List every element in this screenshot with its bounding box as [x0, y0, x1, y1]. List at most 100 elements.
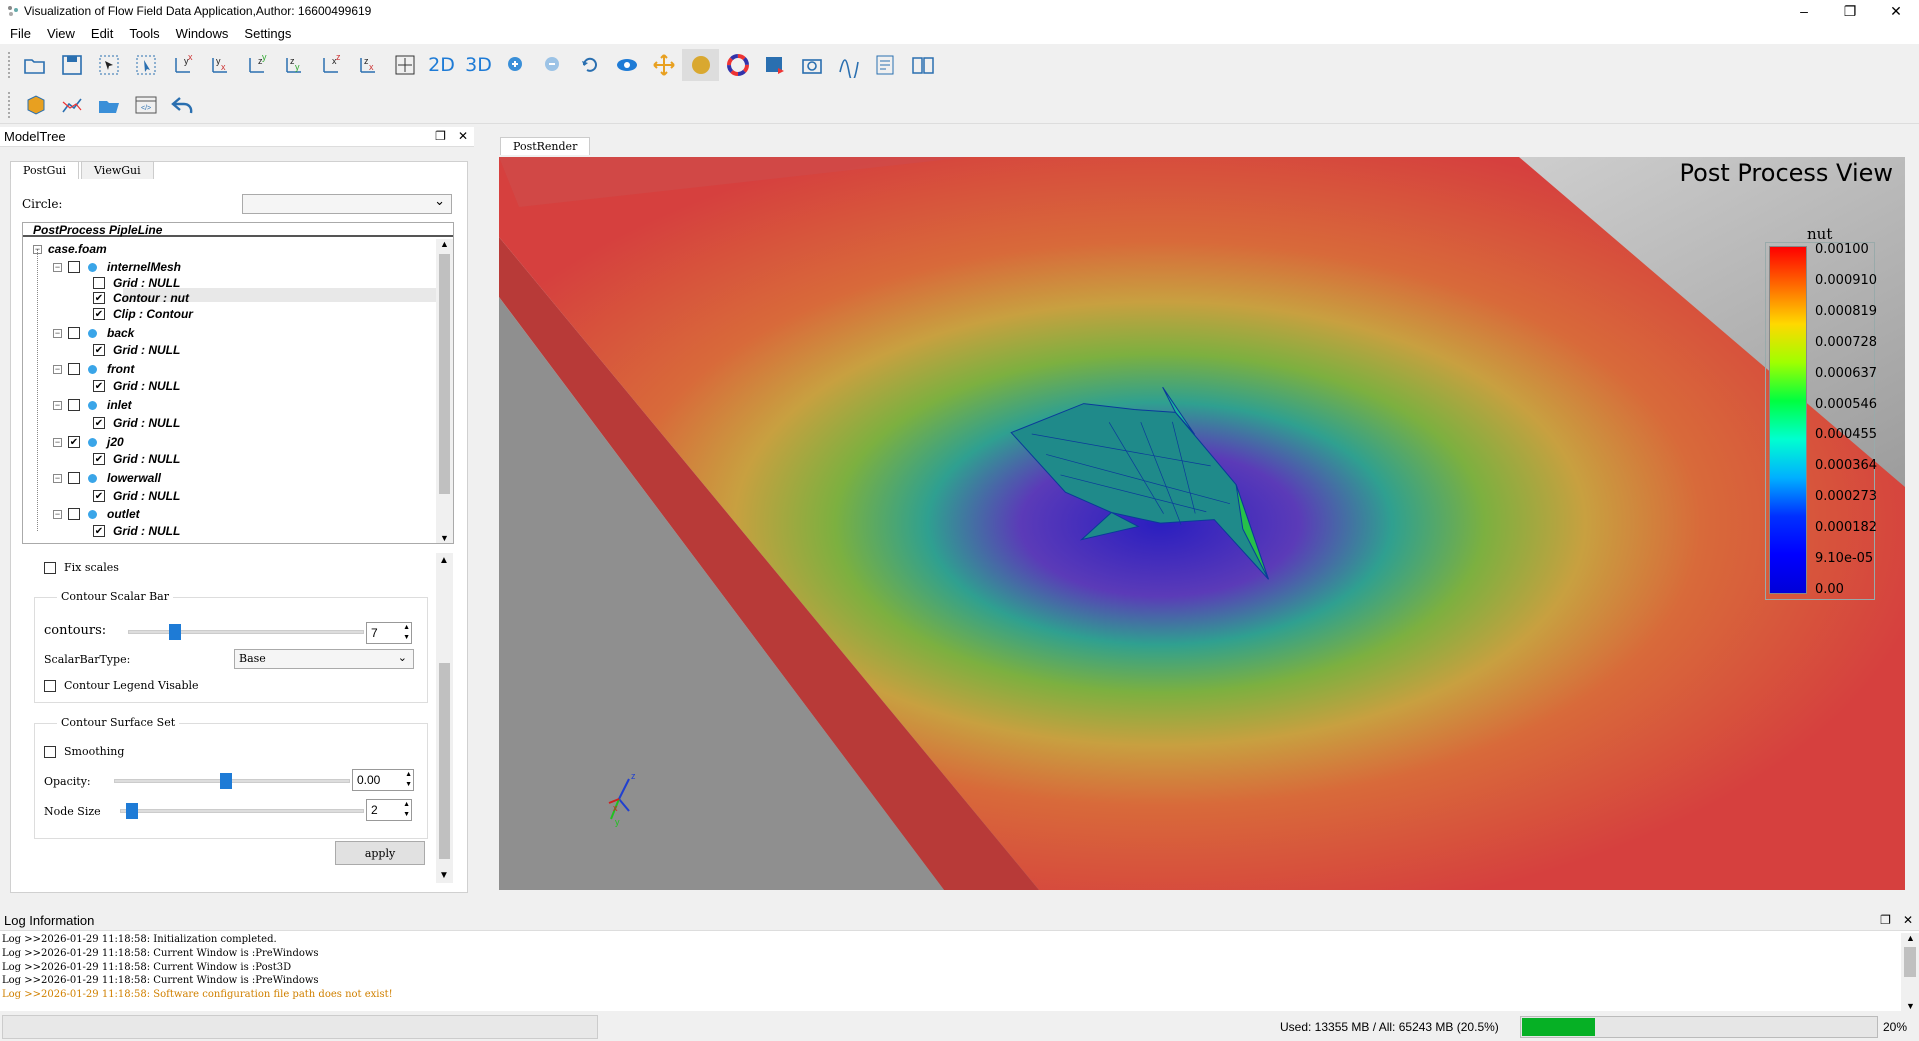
export-image-button[interactable] [756, 49, 793, 81]
tree-checkbox[interactable]: ✔ [93, 417, 105, 429]
collapse-icon[interactable]: − [53, 364, 62, 374]
float-dock-icon[interactable]: ❐ [435, 129, 446, 143]
toolbar-grip[interactable] [8, 91, 12, 118]
close-button[interactable]: ✕ [1873, 0, 1919, 22]
tab-postgui[interactable]: PostGui [10, 161, 80, 179]
scroll-down-icon[interactable]: ▼ [1906, 1001, 1915, 1011]
scroll-down-icon[interactable]: ▼ [439, 870, 449, 881]
tab-viewgui[interactable]: ViewGui [81, 161, 154, 179]
tree-checkbox[interactable]: ✔ [93, 380, 105, 392]
menu-windows[interactable]: Windows [168, 26, 237, 41]
tree-node[interactable]: − back [53, 325, 134, 341]
scroll-up-icon[interactable]: ▲ [440, 239, 449, 249]
view-plus-yz-button[interactable]: zy [238, 49, 275, 81]
screenshot-button[interactable] [793, 49, 830, 81]
fix-scales-checkbox[interactable] [44, 561, 56, 574]
tree-root[interactable]: − case.foam [33, 241, 107, 257]
tree-leaf[interactable]: ✔ Grid : NULL [93, 415, 180, 431]
scalar-bar-type-select[interactable]: Base ⌄ [234, 649, 414, 669]
tree-leaf[interactable]: ✔ Grid : NULL [93, 342, 180, 358]
view-minus-xy-button[interactable]: yx [201, 49, 238, 81]
pan-button[interactable] [645, 49, 682, 81]
tree-checkbox[interactable] [68, 472, 80, 484]
tree-node[interactable]: − front [53, 361, 134, 377]
tree-checkbox[interactable]: ✔ [93, 292, 105, 304]
close-dock-icon[interactable]: ✕ [1903, 913, 1913, 927]
menu-settings[interactable]: Settings [236, 26, 299, 41]
select-box-button[interactable] [90, 49, 127, 81]
tree-leaf[interactable]: ✔ Grid : NULL [93, 523, 180, 539]
tree-checkbox[interactable] [68, 508, 80, 520]
tree-checkbox[interactable]: ✔ [93, 308, 105, 320]
node-size-spinbox[interactable]: 2 [366, 799, 412, 821]
tree-node[interactable]: − inlet [53, 397, 132, 413]
tree-checkbox[interactable]: ✔ [93, 344, 105, 356]
menu-file[interactable]: File [2, 26, 39, 41]
undo-button[interactable] [164, 89, 201, 121]
tab-postrender[interactable]: PostRender [500, 137, 591, 155]
smoothing-checkbox[interactable] [44, 745, 56, 758]
close-dock-icon[interactable]: ✕ [458, 129, 468, 143]
toolbar-grip[interactable] [8, 52, 12, 78]
tree-leaf[interactable]: Grid : NULL [93, 275, 180, 291]
properties-button[interactable] [867, 49, 904, 81]
select-point-button[interactable] [127, 49, 164, 81]
scrollbar-thumb[interactable] [439, 254, 450, 494]
node-size-slider[interactable] [120, 803, 364, 819]
tree-checkbox[interactable]: ✔ [93, 525, 105, 537]
collapse-icon[interactable]: − [53, 509, 62, 519]
open-case-button[interactable] [90, 89, 127, 121]
collapse-icon[interactable]: − [53, 437, 62, 447]
rotate-button[interactable] [571, 49, 608, 81]
tree-checkbox[interactable] [68, 363, 80, 375]
tree-checkbox[interactable]: ✔ [68, 436, 80, 448]
tree-node[interactable]: − lowerwall [53, 470, 161, 486]
legend-visible-checkbox[interactable] [44, 679, 56, 692]
tree-leaf[interactable]: ✔ Grid : NULL [93, 378, 180, 394]
collapse-icon[interactable]: − [53, 262, 62, 272]
settings-scrollbar[interactable]: ▲ ▼ [436, 553, 453, 883]
fit-view-button[interactable] [386, 49, 423, 81]
manual-button[interactable] [904, 49, 941, 81]
open-folder-button[interactable] [16, 49, 53, 81]
contours-spinbox[interactable]: 7 [366, 622, 412, 644]
contours-slider[interactable] [128, 624, 364, 640]
show-hide-button[interactable] [608, 49, 645, 81]
chart-button[interactable] [53, 89, 90, 121]
tree-leaf[interactable]: ✔ Clip : Contour [93, 306, 193, 322]
tree-checkbox[interactable] [68, 399, 80, 411]
tree-checkbox[interactable] [93, 277, 105, 289]
scrollbar-thumb[interactable] [439, 663, 450, 859]
tree-leaf[interactable]: ✔ Grid : NULL [93, 451, 180, 467]
collapse-icon[interactable]: − [33, 244, 42, 254]
plot-curve-button[interactable] [830, 49, 867, 81]
view-plus-xy-button[interactable]: yx [164, 49, 201, 81]
opacity-slider-thumb[interactable] [220, 773, 233, 789]
tree-checkbox[interactable] [68, 327, 80, 339]
tree-checkbox[interactable] [68, 261, 80, 273]
menu-edit[interactable]: Edit [83, 26, 121, 41]
menu-tools[interactable]: Tools [121, 26, 167, 41]
tree-node[interactable]: − ✔ j20 [53, 434, 124, 450]
scroll-down-icon[interactable]: ▼ [440, 533, 449, 543]
view-plus-zx-button[interactable]: xz [312, 49, 349, 81]
opacity-slider[interactable] [114, 773, 350, 789]
float-dock-icon[interactable]: ❐ [1880, 913, 1891, 927]
apply-button[interactable]: apply [335, 841, 425, 865]
view-minus-zx-button[interactable]: zx [349, 49, 386, 81]
tree-checkbox[interactable]: ✔ [93, 453, 105, 465]
tree-checkbox[interactable]: ✔ [93, 490, 105, 502]
tree-leaf[interactable]: ✔ Contour : nut [93, 290, 189, 306]
restore-button[interactable]: ❐ [1827, 0, 1873, 22]
color-map-button[interactable] [719, 49, 756, 81]
opacity-spinbox[interactable]: 0.00 [352, 769, 414, 791]
tree-node[interactable]: − internelMesh [53, 259, 181, 275]
collapse-icon[interactable]: − [53, 400, 62, 410]
tree-leaf[interactable]: ✔ Grid : NULL [93, 488, 180, 504]
save-button[interactable] [53, 49, 90, 81]
view-minus-yz-button[interactable]: zy [275, 49, 312, 81]
node-size-slider-thumb[interactable] [125, 803, 138, 819]
log-scrollbar[interactable]: ▲ ▼ [1901, 933, 1919, 1011]
zoom-in-button[interactable] [497, 49, 534, 81]
collapse-icon[interactable]: − [53, 328, 62, 338]
